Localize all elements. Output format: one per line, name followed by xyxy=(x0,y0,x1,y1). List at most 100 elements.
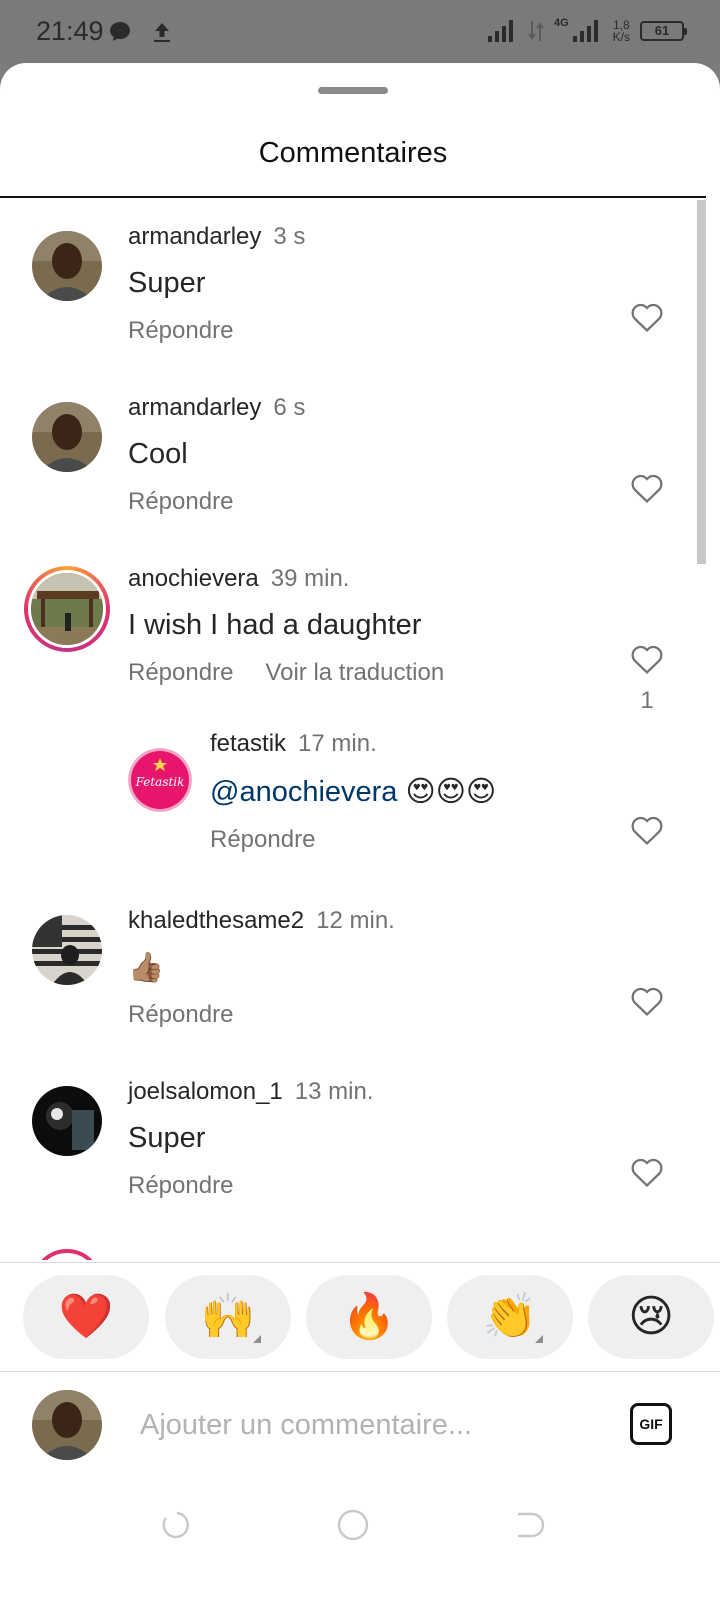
data-transfer-icon xyxy=(528,21,544,41)
heart-icon[interactable] xyxy=(630,814,664,846)
comment-text: Cool xyxy=(128,438,188,470)
heart-icon[interactable] xyxy=(630,1156,664,1188)
avatar-story-ring[interactable] xyxy=(32,1249,102,1260)
comment-actions: Répondre xyxy=(210,826,315,854)
comment-text: @anochievera 😍😍😍 xyxy=(210,774,496,809)
avatar[interactable] xyxy=(32,402,102,472)
comment-actions: Répondre xyxy=(128,1001,233,1029)
gif-button[interactable]: GIF xyxy=(630,1403,672,1445)
reaction-emoji: 👏 xyxy=(482,1292,538,1341)
avatar[interactable] xyxy=(32,231,102,301)
signal-icon-2 xyxy=(572,20,598,42)
comment-text: 👍🏽 xyxy=(128,952,165,984)
reaction-fire[interactable]: 🔥 xyxy=(306,1275,432,1359)
comment-item: armandarley 3 s Super Répondre xyxy=(0,197,700,367)
comment-username[interactable]: khaledthesame2 xyxy=(128,907,304,934)
comment-meta: fetastik 17 min. xyxy=(210,730,377,758)
reply-button[interactable]: Répondre xyxy=(210,826,315,853)
message-icon xyxy=(110,22,130,41)
avatar-photo xyxy=(32,1086,102,1156)
reply-button[interactable]: Répondre xyxy=(128,1172,233,1199)
comment-username[interactable]: armandarley xyxy=(128,394,261,421)
comment-time: 12 min. xyxy=(316,907,395,934)
comment-time: 6 s xyxy=(273,394,306,421)
mention-link[interactable]: @anochievera xyxy=(210,776,397,808)
comment-time: 13 min. xyxy=(294,1078,374,1105)
network-type: 4G xyxy=(553,17,569,29)
comment-time: 3 s xyxy=(273,223,306,250)
reply-button[interactable]: Répondre xyxy=(128,659,233,686)
comment-actions: Répondre xyxy=(128,317,233,345)
battery-icon: 61 xyxy=(640,21,687,41)
comment-text: Super xyxy=(128,267,206,299)
comment-text: I wish I had a daughter xyxy=(128,609,422,641)
drag-handle[interactable] xyxy=(318,87,388,94)
network-speed: 1,8 K/s xyxy=(612,18,630,44)
system-nav-bar xyxy=(0,1482,720,1600)
reaction-emoji: 🙌 xyxy=(200,1292,256,1341)
comment-meta: joelsalomon_1 13 min. xyxy=(128,1078,373,1106)
heart-icon[interactable] xyxy=(630,643,664,675)
comment-username[interactable]: armandarley xyxy=(128,223,261,250)
comment-time: 17 min. xyxy=(298,730,377,757)
comment-item: anochievera 39 min. I wish I had a daught… xyxy=(0,539,700,714)
heart-icon[interactable] xyxy=(630,985,664,1017)
comment-meta: armandarley 3 s xyxy=(128,223,305,251)
translate-button[interactable]: Voir la traduction xyxy=(265,659,444,686)
my-avatar xyxy=(32,1390,102,1460)
comment-list: armandarley 3 s Super Répondre armandarl… xyxy=(0,197,700,1260)
quick-reactions-bar: ❤️ 🙌 🔥 👏 😢 xyxy=(0,1262,720,1372)
avatar-photo xyxy=(32,402,102,472)
comment-username[interactable]: fetastik xyxy=(210,730,286,757)
reaction-clap[interactable]: 👏 xyxy=(447,1275,573,1359)
avatar-photo xyxy=(32,915,102,985)
status-right: 4G 1,8 K/s 61 xyxy=(487,14,687,48)
comment-username[interactable]: anochievera xyxy=(128,565,259,592)
reaction-crying[interactable]: 😢 xyxy=(588,1275,714,1359)
svg-text:Fetastik: Fetastik xyxy=(135,775,185,789)
comment-item: khaledthesame2 12 min. 👍🏽 Répondre xyxy=(0,881,700,1051)
upload-icon xyxy=(154,23,170,42)
comment-username[interactable]: joelsalomon_1 xyxy=(128,1078,283,1105)
avatar-photo: Fetastik xyxy=(128,748,192,812)
avatar-story-ring[interactable] xyxy=(24,566,110,652)
avatar-photo xyxy=(32,231,102,301)
back-icon[interactable] xyxy=(512,1508,546,1542)
signal-icon xyxy=(487,20,513,42)
comment-actions: Répondre xyxy=(128,1172,233,1200)
avatar-photo xyxy=(32,1390,102,1460)
comment-item: joelsalomon_1 13 min. Super Répondre xyxy=(0,1052,700,1222)
heart-icon[interactable] xyxy=(630,301,664,333)
recent-apps-icon[interactable] xyxy=(160,1508,194,1542)
status-bar: 21:49 4G 1,8 K/s 61 xyxy=(0,0,720,66)
comment-composer: GIF xyxy=(0,1372,720,1482)
comment-actions: Répondre xyxy=(128,488,233,516)
comment-meta: anochievera 39 min. xyxy=(128,565,349,593)
reply-button[interactable]: Répondre xyxy=(128,1001,233,1028)
reply-button[interactable]: Répondre xyxy=(128,317,233,344)
avatar[interactable] xyxy=(32,915,102,985)
heart-icon[interactable] xyxy=(630,472,664,504)
comment-emoji: 😍😍😍 xyxy=(405,776,497,808)
reaction-raised-hands[interactable]: 🙌 xyxy=(165,1275,291,1359)
avatar[interactable] xyxy=(32,1086,102,1156)
home-icon[interactable] xyxy=(336,1508,370,1542)
reply-item: Fetastik fetastik 17 min. @anochievera 😍😍… xyxy=(0,710,700,880)
avatar xyxy=(28,570,106,648)
sheet-title: Commentaires xyxy=(258,137,448,169)
skin-tone-indicator xyxy=(535,1335,543,1343)
comments-sheet: Commentaires armandarley 3 s Super Répond… xyxy=(0,63,720,1600)
comment-meta: armandarley 6 s xyxy=(128,394,305,422)
status-time: 21:49 xyxy=(36,16,104,46)
skin-tone-indicator xyxy=(253,1335,261,1343)
comment-item: armandarley 6 s Cool Répondre xyxy=(0,368,700,538)
avatar[interactable]: Fetastik xyxy=(128,748,192,812)
comment-actions: Répondre Voir la traduction xyxy=(128,659,444,687)
comment-time: 39 min. xyxy=(270,565,350,592)
comment-input[interactable] xyxy=(140,1402,600,1448)
comment-text: Super xyxy=(128,1122,206,1154)
reply-button[interactable]: Répondre xyxy=(128,488,233,515)
avatar-photo xyxy=(31,573,103,645)
reaction-heart[interactable]: ❤️ xyxy=(23,1275,149,1359)
comment-meta: khaledthesame2 12 min. xyxy=(128,907,395,935)
